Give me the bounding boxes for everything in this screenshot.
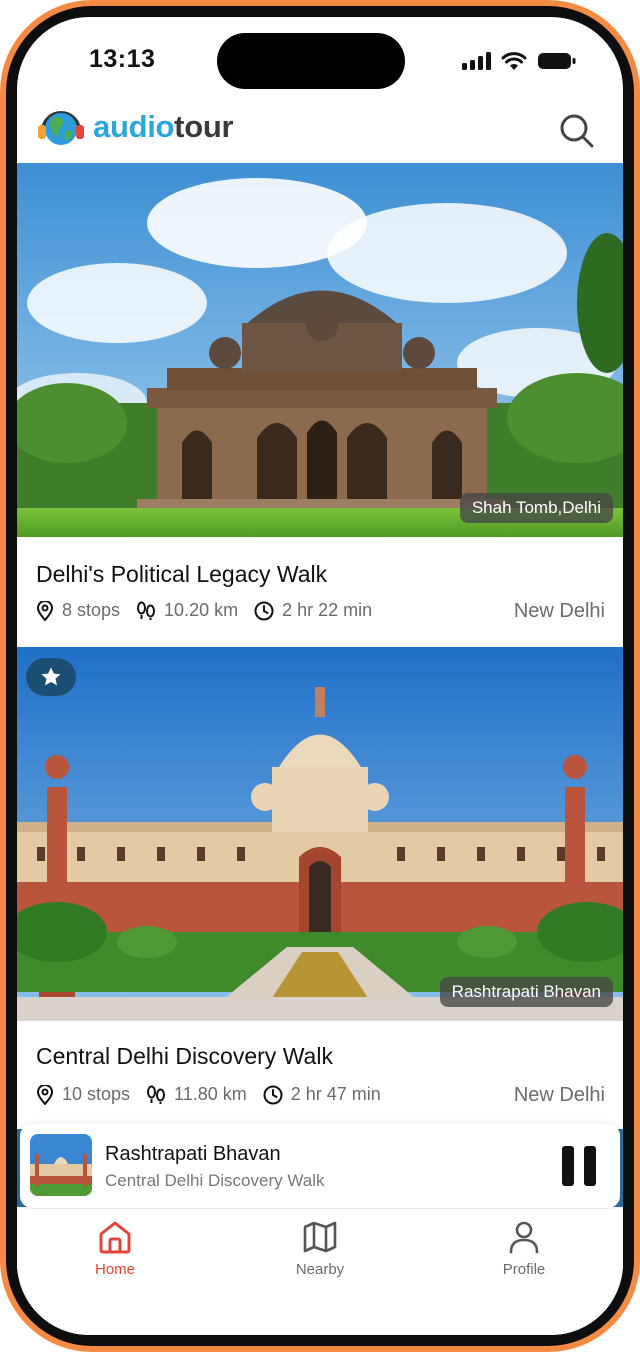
logo-audio-text: audio bbox=[93, 109, 175, 144]
player-thumbnail bbox=[30, 1134, 92, 1196]
stops-count: 10 stops bbox=[62, 1084, 131, 1104]
app-header: audiotour bbox=[17, 101, 623, 163]
footprints-icon bbox=[137, 601, 156, 620]
distance-value: 11.80 km bbox=[174, 1084, 247, 1104]
duration-value: 2 hr 22 min bbox=[282, 600, 373, 620]
logo-wordmark: audiotour bbox=[93, 109, 234, 145]
battery-icon bbox=[538, 53, 576, 69]
favorite-button[interactable] bbox=[26, 658, 76, 696]
image-caption: Rashtrapati Bhavan bbox=[439, 977, 613, 1007]
map-icon bbox=[303, 1221, 337, 1253]
tour-card[interactable]: Shah Tomb,Delhi Delhi's Political Legacy… bbox=[17, 163, 623, 647]
nav-item-nearby[interactable]: Nearby bbox=[260, 1219, 380, 1278]
nav-item-profile[interactable]: Profile bbox=[464, 1219, 584, 1278]
search-button[interactable] bbox=[557, 111, 597, 151]
logo-tour-text: tour bbox=[174, 109, 234, 144]
player-tour-name: Central Delhi Discovery Walk bbox=[105, 1171, 325, 1190]
profile-icon bbox=[509, 1221, 539, 1254]
location-pin-icon bbox=[36, 600, 54, 621]
status-time: 13:13 bbox=[89, 45, 156, 73]
globe-headphones-icon bbox=[38, 111, 84, 145]
stops-info: 10 stops bbox=[36, 1084, 130, 1105]
audiotour-logo[interactable]: audiotour bbox=[35, 105, 234, 149]
tour-title[interactable]: Central Delhi Discovery Walk bbox=[36, 1043, 333, 1070]
tour-city: New Delhi bbox=[513, 600, 605, 622]
dynamic-island bbox=[217, 33, 405, 89]
tour-card[interactable]: Rashtrapati Bhavan Central Delhi Discove… bbox=[17, 647, 623, 1127]
duration-value: 2 hr 47 min bbox=[290, 1084, 381, 1104]
nav-label-profile: Profile bbox=[502, 1261, 546, 1278]
nav-label-home: Home bbox=[94, 1261, 135, 1278]
status-icons bbox=[462, 51, 577, 71]
wifi-icon bbox=[501, 52, 527, 70]
image-caption: Shah Tomb,Delhi bbox=[459, 493, 613, 523]
app-screen: 13:13 audiotour Shah Tomb,Delhi Delhi's … bbox=[17, 17, 623, 1335]
home-icon bbox=[99, 1221, 131, 1254]
duration-info: 2 hr 22 min bbox=[254, 600, 372, 621]
distance-info: 11.80 km bbox=[146, 1084, 247, 1105]
pause-icon bbox=[562, 1146, 574, 1186]
search-icon bbox=[560, 114, 594, 148]
distance-info: 10.20 km bbox=[136, 600, 238, 621]
nav-item-home[interactable]: Home bbox=[55, 1219, 175, 1278]
player-track-title: Rashtrapati Bhavan bbox=[105, 1143, 281, 1165]
bottom-navigation: Home Nearby Profile bbox=[17, 1209, 623, 1335]
tour-image: Shah Tomb,Delhi bbox=[17, 163, 623, 537]
stops-info: 8 stops bbox=[36, 600, 120, 621]
location-pin-icon bbox=[36, 1084, 54, 1105]
tour-city: New Delhi bbox=[513, 1084, 605, 1106]
footprints-icon bbox=[147, 1085, 166, 1104]
nav-label-nearby: Nearby bbox=[295, 1261, 345, 1278]
stops-count: 8 stops bbox=[62, 600, 121, 620]
pause-button[interactable] bbox=[562, 1146, 596, 1186]
tour-title[interactable]: Delhi's Political Legacy Walk bbox=[36, 561, 327, 588]
distance-value: 10.20 km bbox=[164, 600, 239, 620]
star-icon bbox=[41, 667, 61, 686]
clock-icon bbox=[254, 601, 274, 620]
duration-info: 2 hr 47 min bbox=[263, 1084, 381, 1105]
pause-icon-bar bbox=[584, 1146, 596, 1186]
cellular-signal-icon bbox=[462, 52, 491, 70]
clock-icon bbox=[263, 1085, 283, 1104]
tour-image: Rashtrapati Bhavan bbox=[17, 647, 623, 1021]
mini-player[interactable]: Rashtrapati Bhavan Central Delhi Discove… bbox=[20, 1124, 620, 1208]
